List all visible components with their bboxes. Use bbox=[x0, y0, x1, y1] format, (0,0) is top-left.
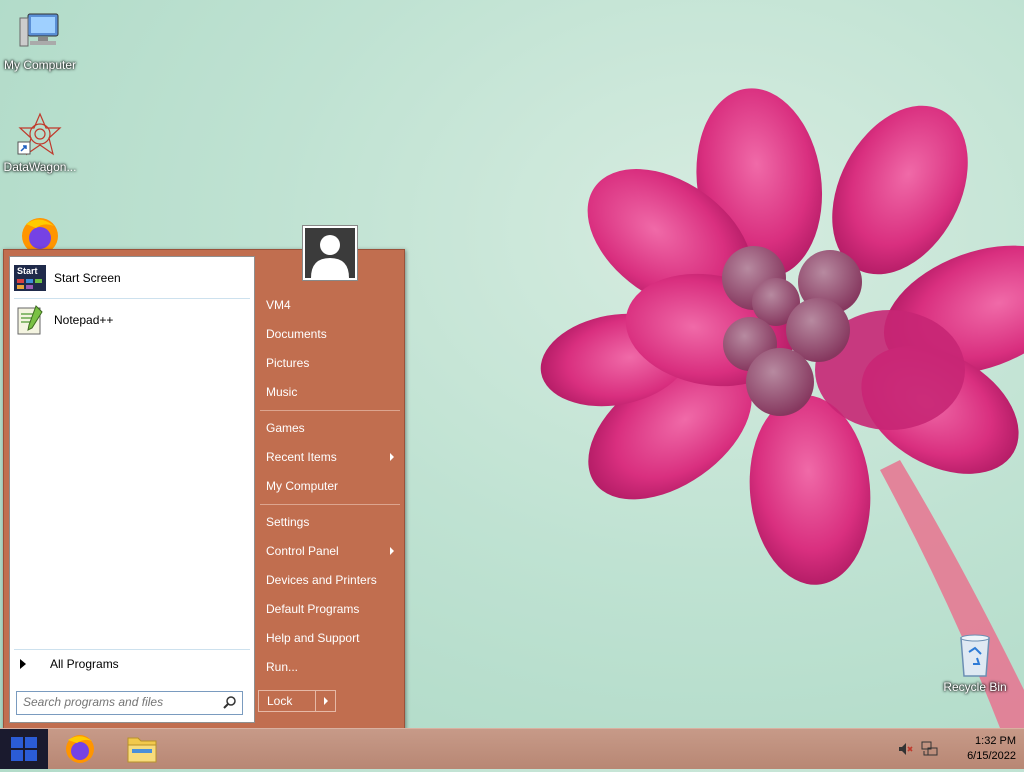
search-icon[interactable] bbox=[223, 695, 237, 712]
right-pane-settings[interactable]: Settings bbox=[260, 509, 400, 535]
start-menu-left-pane: Start Start Screen Notepad++ All Program… bbox=[9, 256, 255, 723]
right-pane-run[interactable]: Run... bbox=[260, 654, 400, 680]
lock-button[interactable]: Lock bbox=[258, 690, 316, 712]
separator bbox=[260, 410, 400, 411]
right-pane-pictures[interactable]: Pictures bbox=[260, 350, 400, 376]
search-box[interactable] bbox=[16, 691, 243, 715]
right-pane-music[interactable]: Music bbox=[260, 379, 400, 405]
all-programs-button[interactable]: All Programs bbox=[14, 653, 250, 675]
firefox-icon bbox=[66, 735, 94, 763]
computer-icon bbox=[16, 10, 64, 56]
right-pane-documents[interactable]: Documents bbox=[260, 321, 400, 347]
windows-logo-icon bbox=[11, 737, 37, 761]
start-button[interactable] bbox=[0, 729, 48, 769]
pinned-label: Notepad++ bbox=[54, 313, 114, 327]
search-input[interactable] bbox=[17, 692, 213, 712]
clock-date: 6/15/2022 bbox=[967, 750, 1016, 762]
desktop-icon-label: My Computer bbox=[3, 58, 77, 72]
separator bbox=[14, 298, 250, 299]
chevron-right-icon bbox=[324, 697, 328, 705]
right-pane-recent-items[interactable]: Recent Items bbox=[260, 444, 400, 470]
right-pane-help-support[interactable]: Help and Support bbox=[260, 625, 400, 651]
recent-items-label: Recent Items bbox=[266, 450, 337, 464]
pinned-start-screen[interactable]: Start Start Screen bbox=[14, 261, 250, 295]
volume-muted-icon[interactable] bbox=[897, 741, 913, 760]
right-pane-control-panel[interactable]: Control Panel bbox=[260, 538, 400, 564]
desktop-icon-label: DataWagon... bbox=[3, 160, 77, 174]
notepadpp-icon bbox=[14, 304, 46, 336]
desktop-icon-recycle-bin[interactable]: Recycle Bin bbox=[935, 632, 1015, 694]
control-panel-label: Control Panel bbox=[266, 544, 339, 558]
submenu-arrow-icon bbox=[390, 453, 394, 461]
recycle-bin-icon bbox=[951, 632, 999, 678]
right-pane-default-programs[interactable]: Default Programs bbox=[260, 596, 400, 622]
clock-time: 1:32 PM bbox=[975, 735, 1016, 747]
taskbar-file-explorer-button[interactable] bbox=[122, 732, 162, 766]
file-explorer-icon bbox=[127, 737, 157, 763]
submenu-arrow-icon bbox=[390, 547, 394, 555]
right-pane-my-computer[interactable]: My Computer bbox=[260, 473, 400, 499]
power-options-arrow-button[interactable] bbox=[316, 690, 336, 712]
lock-label: Lock bbox=[267, 694, 293, 708]
all-programs-label: All Programs bbox=[50, 657, 119, 671]
system-clock[interactable]: 1:32 PM 6/15/2022 bbox=[967, 734, 1016, 764]
expand-arrow-icon bbox=[20, 659, 26, 669]
desktop-icon-label: Recycle Bin bbox=[943, 680, 1007, 694]
pinned-notepadpp[interactable]: Notepad++ bbox=[14, 303, 250, 337]
separator bbox=[260, 504, 400, 505]
right-pane-devices-printers[interactable]: Devices and Printers bbox=[260, 567, 400, 593]
desktop-icon-my-computer[interactable]: My Computer bbox=[0, 10, 80, 72]
user-picture[interactable] bbox=[302, 225, 358, 281]
right-pane-games[interactable]: Games bbox=[260, 415, 400, 441]
right-pane-user[interactable]: VM4 bbox=[260, 292, 400, 318]
pinned-label: Start Screen bbox=[54, 271, 121, 285]
start-screen-icon: Start bbox=[14, 265, 46, 291]
taskbar: 1:32 PM 6/15/2022 bbox=[0, 728, 1024, 769]
start-menu: Start Start Screen Notepad++ All Program… bbox=[3, 225, 405, 731]
separator bbox=[14, 649, 250, 650]
network-icon[interactable] bbox=[921, 741, 939, 760]
desktop-icon-datawagon[interactable]: DataWagon... bbox=[0, 112, 80, 174]
taskbar-firefox-button[interactable] bbox=[60, 732, 100, 766]
datawagon-icon bbox=[16, 112, 64, 158]
start-screen-badge: Start bbox=[17, 266, 38, 276]
user-avatar-icon bbox=[311, 235, 349, 278]
